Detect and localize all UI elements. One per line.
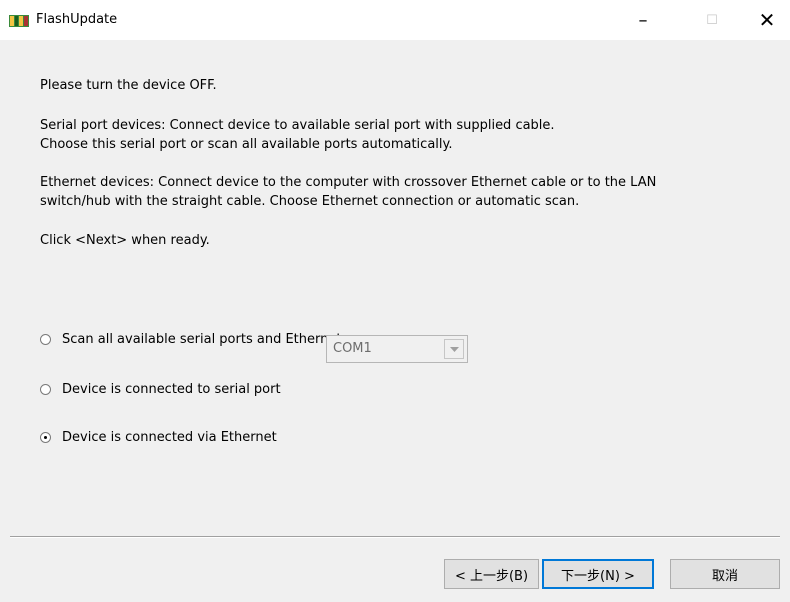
serial-port-select[interactable]: COM1 [326,335,468,363]
click-next-text: Click <Next> when ready. [40,233,210,248]
cancel-button[interactable]: 取消 [670,559,780,589]
ethernet-instructions-line1: Ethernet devices: Connect device to the … [40,175,657,190]
title-bar: FlashUpdate – ☐ ✕ [0,0,790,40]
minimize-icon: – [638,9,648,31]
maximize-icon: ☐ [706,12,718,28]
window-title: FlashUpdate [36,12,118,27]
next-button[interactable]: 下一步(N) > [542,559,654,589]
footer-divider [10,536,780,538]
radio-ethernet-circle[interactable] [40,431,51,443]
radio-scan-all-label[interactable]: Scan all available serial ports and Ethe… [62,332,341,347]
app-icon [9,14,29,28]
serial-port-select-value: COM1 [333,341,372,356]
minimize-button[interactable]: – [620,0,666,40]
ethernet-instructions-line2: switch/hub with the straight cable. Choo… [40,194,580,209]
close-icon: ✕ [758,8,776,32]
back-button[interactable]: < 上一步(B) [444,559,539,589]
maximize-button: ☐ [689,0,735,40]
radio-scan-all[interactable]: Scan all available serial ports and Ethe… [40,329,341,349]
close-button[interactable]: ✕ [744,0,790,40]
radio-ethernet[interactable]: Device is connected via Ethernet [40,427,277,447]
chevron-down-icon[interactable] [444,339,464,359]
radio-scan-all-circle[interactable] [40,333,51,345]
dialog-body: Please turn the device OFF. Serial port … [0,40,790,602]
radio-serial-port-circle[interactable] [40,383,51,395]
serial-instructions-line1: Serial port devices: Connect device to a… [40,118,555,133]
radio-serial-port-label[interactable]: Device is connected to serial port [62,382,281,397]
radio-ethernet-label[interactable]: Device is connected via Ethernet [62,430,277,445]
radio-serial-port[interactable]: Device is connected to serial port [40,379,281,399]
serial-instructions-line2: Choose this serial port or scan all avai… [40,137,453,152]
turn-off-text: Please turn the device OFF. [40,78,217,93]
